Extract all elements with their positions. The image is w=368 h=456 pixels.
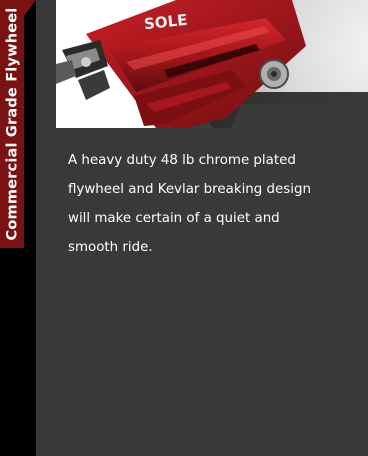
- description-line: will make certain of a quiet and: [68, 211, 280, 226]
- description-line: smooth ride.: [68, 240, 153, 255]
- side-tab-label: Commercial Grade Flywheel: [4, 7, 20, 241]
- flywheel-photo: SOLE: [56, 0, 368, 128]
- description-line: flywheel and Kevlar breaking design: [68, 182, 311, 197]
- feature-panel: SOLE A heavy duty 48 lb chrome plated fl…: [36, 0, 368, 456]
- side-tab: Commercial Grade Flywheel: [0, 0, 36, 456]
- flywheel-illustration: SOLE: [56, 0, 368, 128]
- side-tab-label-wrap: Commercial Grade Flywheel: [0, 0, 24, 248]
- description-line: A heavy duty 48 lb chrome plated: [68, 153, 296, 168]
- side-tab-notch: [24, 0, 36, 16]
- feature-description: A heavy duty 48 lb chrome plated flywhee…: [68, 146, 368, 286]
